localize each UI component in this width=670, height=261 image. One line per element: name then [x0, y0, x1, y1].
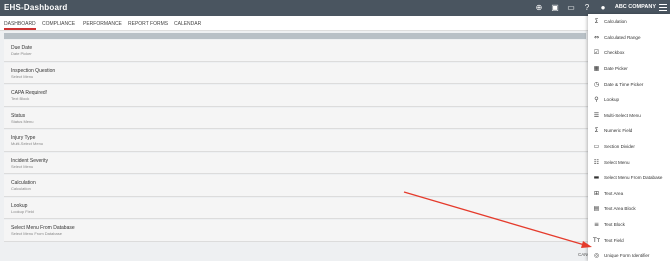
folder-icon[interactable]: ▭ [566, 3, 576, 13]
top-icons: ⊕ ▣ ▭ ? ● [534, 3, 608, 13]
panel-item-label: Date Picker [604, 66, 628, 72]
app-logo[interactable]: EHS-Dashboard [4, 3, 68, 12]
form-field-list: Due Date Date Picker Inspection Question… [4, 40, 588, 243]
fingerprint-icon: ◎ [593, 252, 600, 260]
panel-item-checkbox[interactable]: ☑ Checkbox [588, 45, 670, 61]
tab-performance[interactable]: PERFORMANCE [83, 21, 122, 27]
inbox-icon[interactable]: ▣ [550, 3, 560, 13]
search-icon: ⚲ [594, 96, 599, 104]
form-field[interactable]: Select Menu From Database Select Menu Fr… [4, 220, 588, 242]
nav-bar: DASHBOARD COMPLIANCE PERFORMANCE REPORT … [0, 16, 670, 31]
panel-item-select-menu-from-database[interactable]: ▬ Select Menu From Database [588, 170, 670, 186]
panel-item-text-area[interactable]: ⊞ Text Area [588, 186, 670, 202]
panel-item-label: Calculated Range [604, 34, 641, 40]
field-type: Text Block [11, 96, 30, 101]
range-icon: ⇔ [593, 33, 600, 41]
field-type-panel: Σ Calculation ⇔ Calculated Range ☑ Check… [588, 14, 670, 261]
panel-item-label: Text Area [604, 190, 624, 196]
panel-item-date-picker[interactable]: ▦ Date Picker [588, 61, 670, 77]
panel-item-select-menu[interactable]: ☷ Select Menu [588, 154, 670, 170]
panel-item-date-time-picker[interactable]: ◷ Date & Time Picker [588, 76, 670, 92]
calendar-icon: ▦ [593, 65, 600, 73]
sigma-icon: Σ [594, 18, 599, 26]
panel-item-label: Select Menu From Database [604, 175, 663, 181]
form-field[interactable]: Injury Type Multi-Select Menu [4, 130, 588, 152]
field-type: Select Menu From Database [11, 231, 62, 236]
field-type: Select Menu [11, 73, 34, 79]
panel-item-text-area-block[interactable]: ▤ Text Area Block [588, 201, 670, 217]
panel-item-label: Text Field [604, 237, 624, 243]
list-icon: ☷ [593, 158, 600, 166]
field-type: Calculation [11, 186, 31, 191]
form-field[interactable]: Due Date Date Picker [4, 40, 588, 62]
lines-icon: ≡ [593, 221, 600, 229]
tab-dashboard[interactable]: DASHBOARD [4, 21, 36, 30]
panel-item-label: Calculation [604, 19, 627, 25]
list-icon: ☰ [593, 111, 600, 119]
add-icon[interactable]: ⊕ [534, 3, 544, 13]
panel-item-label: Lookup [604, 97, 620, 103]
panel-item-unique-form-identifier[interactable]: ◎ Unique Form Identifier [588, 248, 670, 261]
field-type: Select Menu [11, 163, 34, 169]
form-header-strip [4, 33, 586, 39]
checkbox-icon: ☑ [593, 49, 600, 57]
panel-item-label: Text Block [604, 222, 625, 228]
panel-item-label: Unique Form Identifier [604, 253, 650, 259]
panel-item-text-block[interactable]: ≡ Text Block [588, 217, 670, 233]
panel-item-lookup[interactable]: ⚲ Lookup [588, 92, 670, 108]
sigma-icon: Σ [594, 127, 599, 135]
tab-report-forms[interactable]: REPORT FORMS [128, 21, 168, 27]
menu-icon[interactable] [659, 4, 667, 11]
top-app-bar: EHS-Dashboard ⊕ ▣ ▭ ? ● ABC COMPANY [0, 0, 670, 16]
user-icon[interactable]: ● [598, 3, 608, 13]
tab-calendar[interactable]: CALENDAR [174, 21, 201, 27]
field-type: Status Menu [11, 118, 34, 124]
textarea-block-icon: ▤ [593, 205, 600, 213]
panel-item-text-field[interactable]: Tт Text Field [588, 232, 670, 248]
panel-item-section-divider[interactable]: ▭ Section Divider [588, 139, 670, 155]
panel-item-label: Checkbox [604, 50, 625, 56]
form-field[interactable]: Inspection Question Select Menu [4, 62, 588, 84]
panel-item-numeric-field[interactable]: Σ Numeric Field [588, 123, 670, 139]
form-field[interactable]: Incident Severity Select Menu [4, 152, 588, 174]
form-field[interactable]: Calculation Calculation [4, 175, 588, 197]
field-type: Lookup Field [11, 208, 34, 214]
tab-compliance[interactable]: COMPLIANCE [42, 21, 75, 27]
panel-item-label: Multi-Select Menu [604, 112, 641, 118]
panel-item-calculation[interactable]: Σ Calculation [588, 14, 670, 30]
text-icon: Tт [593, 236, 601, 244]
textarea-icon: ⊞ [593, 189, 600, 197]
form-field[interactable]: CAPA Required! Text Block [4, 85, 588, 107]
panel-item-calculated-range[interactable]: ⇔ Calculated Range [588, 30, 670, 46]
panel-item-label: Date & Time Picker [604, 81, 644, 87]
field-type: Date Picker [11, 51, 32, 56]
panel-item-label: Section Divider [604, 144, 635, 150]
database-icon: ▬ [593, 174, 600, 182]
panel-item-label: Numeric Field [604, 128, 633, 134]
company-name[interactable]: ABC COMPANY [615, 4, 656, 10]
panel-item-label: Text Area Block [604, 206, 636, 212]
panel-item-multi-select-menu[interactable]: ☰ Multi-Select Menu [588, 108, 670, 124]
field-type: Multi-Select Menu [11, 141, 44, 146]
divider-icon: ▭ [593, 143, 600, 151]
form-field[interactable]: Lookup Lookup Field [4, 197, 588, 219]
clock-icon: ◷ [593, 80, 600, 88]
help-icon[interactable]: ? [582, 3, 592, 13]
panel-item-label: Select Menu [604, 159, 630, 165]
form-field[interactable]: Status Status Menu [4, 107, 588, 129]
